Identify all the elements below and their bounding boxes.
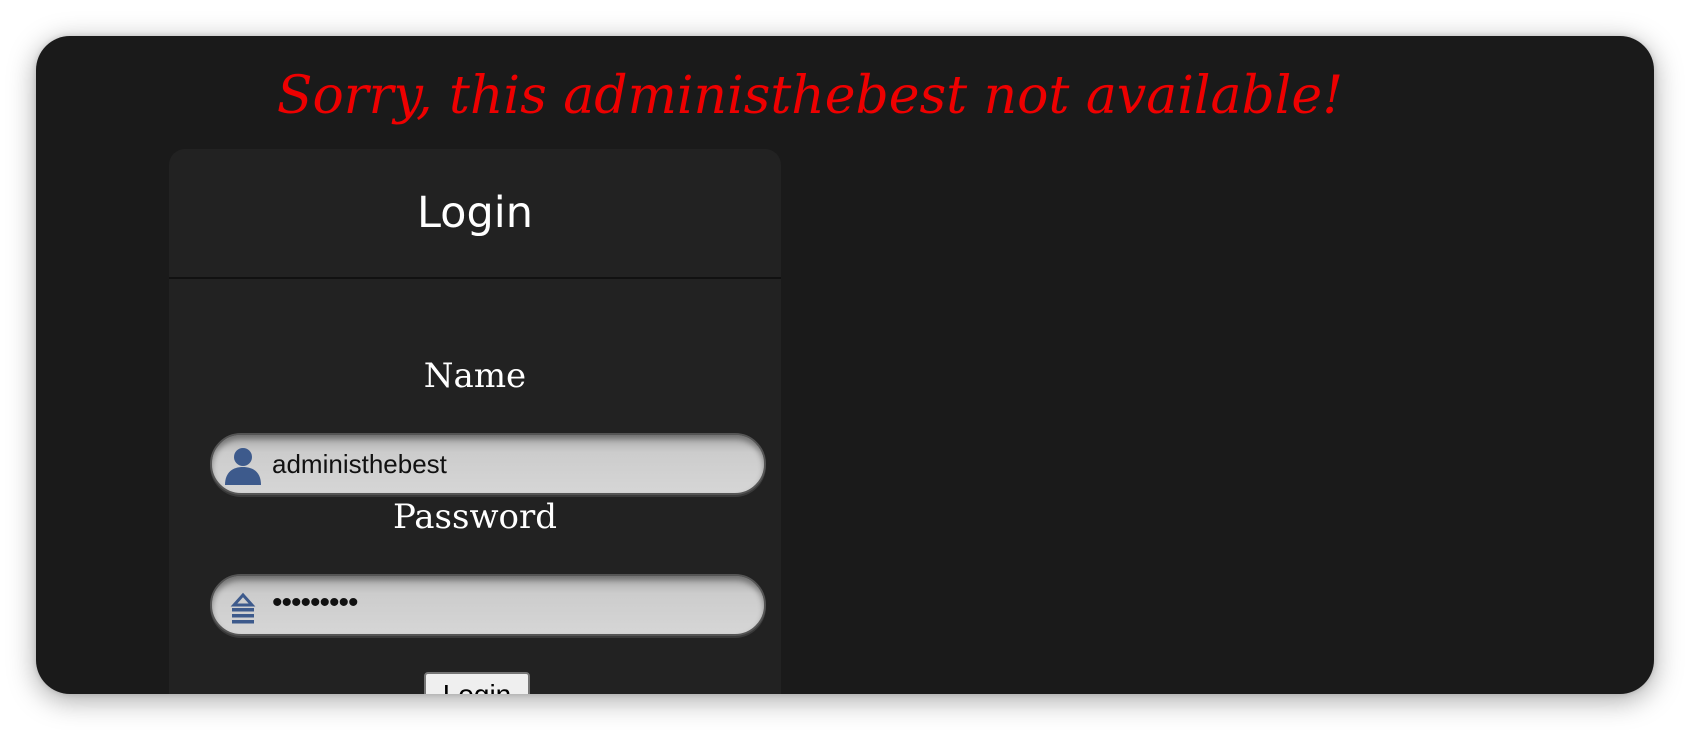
password-input[interactable]: ••••••••• [210, 574, 766, 636]
name-input[interactable]: administhebest [210, 433, 766, 495]
name-value: administhebest [272, 449, 447, 479]
error-message: Sorry, this administhebest not available… [276, 66, 1344, 126]
password-value: ••••••••• [272, 586, 359, 619]
password-label: Password [392, 497, 558, 537]
user-icon [222, 445, 264, 487]
name-label: Name [423, 356, 527, 396]
login-panel: Login Name administhebest Password •••••… [169, 149, 781, 694]
app-window: Sorry, this administhebest not available… [36, 36, 1654, 694]
lock-icon [222, 586, 264, 628]
login-title: Login [169, 149, 781, 279]
login-button[interactable]: Login [424, 672, 530, 694]
